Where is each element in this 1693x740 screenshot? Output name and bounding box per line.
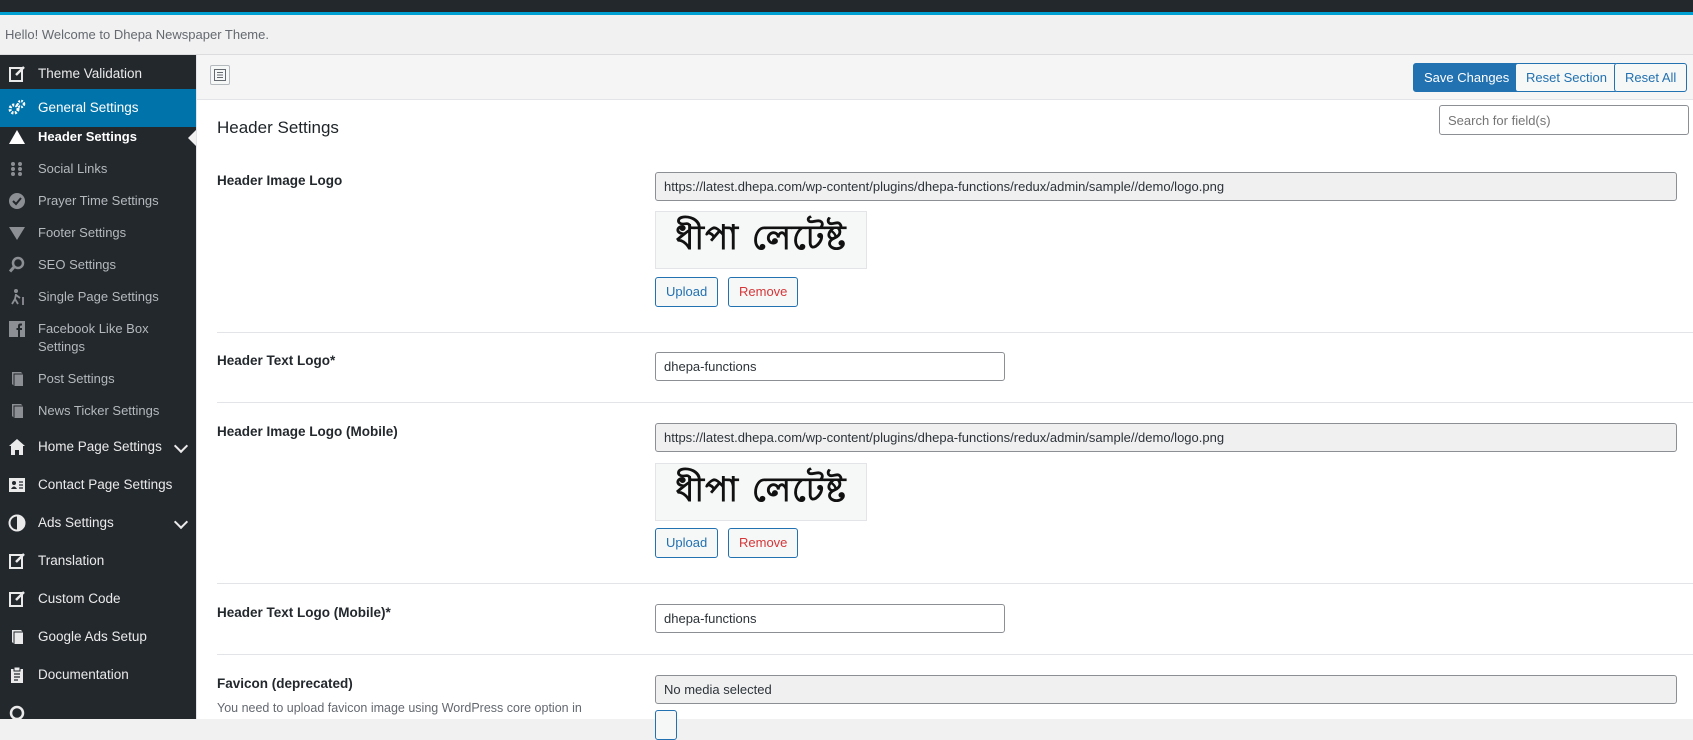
field-label-header-image-logo-mobile: Header Image Logo (Mobile) <box>217 424 398 439</box>
sidebar-item-theme-validation[interactable]: Theme Validation <box>0 55 196 93</box>
sidebar-item-partial[interactable] <box>0 694 196 719</box>
chevron-down-icon <box>173 438 189 454</box>
sidebar-item-label: Footer Settings <box>38 225 127 240</box>
favicon-upload-button[interactable] <box>655 710 677 740</box>
sidebar-item-prayer-time-settings[interactable]: Prayer Time Settings <box>0 185 196 217</box>
field-divider <box>217 402 1693 403</box>
sidebar-item-label: Post Settings <box>38 371 115 386</box>
sidebar-item-post-settings[interactable]: Post Settings <box>0 363 196 395</box>
contact-card-icon <box>8 476 26 494</box>
options-toolbar: Save Changes Reset Section Reset All <box>197 55 1693 100</box>
sidebar-item-single-page-settings[interactable]: Single Page Settings <box>0 281 196 313</box>
book-icon <box>8 370 26 388</box>
favicon-description: You need to upload favicon image using W… <box>217 701 582 715</box>
field-divider <box>217 332 1693 333</box>
welcome-text: Hello! Welcome to Dhepa Newspaper Theme. <box>5 27 269 42</box>
sidebar-item-documentation[interactable]: Documentation <box>0 656 196 694</box>
options-sidebar: Theme Validation General Settings Header… <box>0 55 196 719</box>
header-text-logo-mobile-input[interactable] <box>655 604 1005 633</box>
favicon-media-field[interactable] <box>655 675 1677 704</box>
sidebar-item-translation[interactable]: Translation <box>0 542 196 580</box>
sidebar-item-label: Prayer Time Settings <box>38 193 159 208</box>
walker-icon <box>8 288 26 306</box>
sidebar-item-header-settings[interactable]: Header Settings <box>0 121 196 153</box>
sidebar-item-seo-settings[interactable]: SEO Settings <box>0 249 196 281</box>
section-title: Header Settings <box>217 118 339 137</box>
field-label-header-text-logo: Header Text Logo* <box>217 353 336 368</box>
triangle-down-icon <box>8 224 26 242</box>
sidebar-item-label: SEO Settings <box>38 257 117 272</box>
sidebar-item-label: Social Links <box>38 161 108 176</box>
sidebar-item-footer-settings[interactable]: Footer Settings <box>0 217 196 249</box>
sidebar-item-contact-page-settings[interactable]: Contact Page Settings <box>0 466 196 504</box>
sidebar-item-news-ticker-settings[interactable]: News Ticker Settings <box>0 395 196 427</box>
header-logo-mobile-preview: ধীপা লেটেষ্ট <box>655 463 867 521</box>
header-logo-mobile-upload-button[interactable]: Upload <box>655 528 719 558</box>
field-label-favicon: Favicon (deprecated) <box>217 676 353 691</box>
reset-section-button[interactable]: Reset Section <box>1515 63 1618 92</box>
field-label-header-text-logo-mobile: Header Text Logo (Mobile)* <box>217 605 391 620</box>
sidebar-item-label: Header Settings <box>38 129 137 144</box>
sidebar-item-label: Translation <box>38 553 105 568</box>
list-icon <box>214 69 226 81</box>
sidebar-item-label: Custom Code <box>38 591 121 606</box>
sidebar-item-facebook-like-box-settings[interactable]: Facebook Like Box Settings <box>0 313 196 363</box>
grip-icon <box>8 160 26 178</box>
header-logo-mobile-remove-button[interactable]: Remove <box>728 528 799 558</box>
sidebar-item-label: News Ticker Settings <box>38 403 160 418</box>
reset-all-button[interactable]: Reset All <box>1614 63 1688 92</box>
chevron-down-icon <box>173 514 189 530</box>
facebook-icon <box>8 320 26 338</box>
sidebar-item-label: Single Page Settings <box>38 289 159 304</box>
field-label-header-image-logo: Header Image Logo <box>217 173 343 188</box>
options-panel: Save Changes Reset Section Reset All Hea… <box>196 55 1693 740</box>
refresh-icon <box>8 704 26 719</box>
save-changes-button[interactable]: Save Changes <box>1413 63 1521 92</box>
welcome-bar: Hello! Welcome to Dhepa Newspaper Theme. <box>0 15 1693 55</box>
header-image-logo-mobile-url-field[interactable] <box>655 423 1677 452</box>
header-logo-upload-button[interactable]: Upload <box>655 277 719 307</box>
expand-options-button[interactable] <box>210 65 230 85</box>
edit-icon <box>8 590 26 608</box>
sidebar-item-label: Theme Validation <box>38 66 143 81</box>
sidebar-item-label: Facebook Like Box Settings <box>38 321 149 354</box>
clipboard-icon <box>8 666 26 684</box>
half-circle-icon <box>8 514 26 532</box>
sidebar-item-label: Ads Settings <box>38 515 114 530</box>
sidebar-item-ads-settings[interactable]: Ads Settings <box>0 504 196 542</box>
admin-top-bar <box>0 0 1693 12</box>
sidebar-item-label: Google Ads Setup <box>38 629 147 644</box>
sidebar-item-label: Home Page Settings <box>38 439 162 454</box>
home-icon <box>8 438 26 456</box>
sidebar-item-label: Documentation <box>38 667 129 682</box>
field-divider <box>217 583 1693 584</box>
header-image-logo-url-field[interactable] <box>655 172 1677 201</box>
current-indicator <box>188 130 196 146</box>
triangle-icon <box>8 128 26 146</box>
search-fields-input[interactable] <box>1439 105 1689 135</box>
search-icon <box>8 256 26 274</box>
logo-preview-text: ধীপা লেটেষ্ট <box>675 217 847 258</box>
logo-preview-text: ধীপা লেটেষ্ট <box>675 469 847 510</box>
gears-icon <box>8 99 26 117</box>
header-logo-remove-button[interactable]: Remove <box>728 277 799 307</box>
check-circle-icon <box>8 192 26 210</box>
sidebar-item-google-ads-setup[interactable]: Google Ads Setup <box>0 618 196 656</box>
sidebar-item-label: Contact Page Settings <box>38 477 173 492</box>
edit-icon <box>8 65 26 83</box>
edit-icon <box>8 552 26 570</box>
sidebar-item-social-links[interactable]: Social Links <box>0 153 196 185</box>
field-divider <box>217 654 1693 655</box>
header-logo-preview: ধীপা লেটেষ্ট <box>655 211 867 269</box>
sidebar-item-label: General Settings <box>38 100 139 115</box>
header-text-logo-input[interactable] <box>655 352 1005 381</box>
book-icon <box>8 628 26 646</box>
sidebar-item-home-page-settings[interactable]: Home Page Settings <box>0 428 196 466</box>
sidebar-item-custom-code[interactable]: Custom Code <box>0 580 196 618</box>
book-icon <box>8 402 26 420</box>
